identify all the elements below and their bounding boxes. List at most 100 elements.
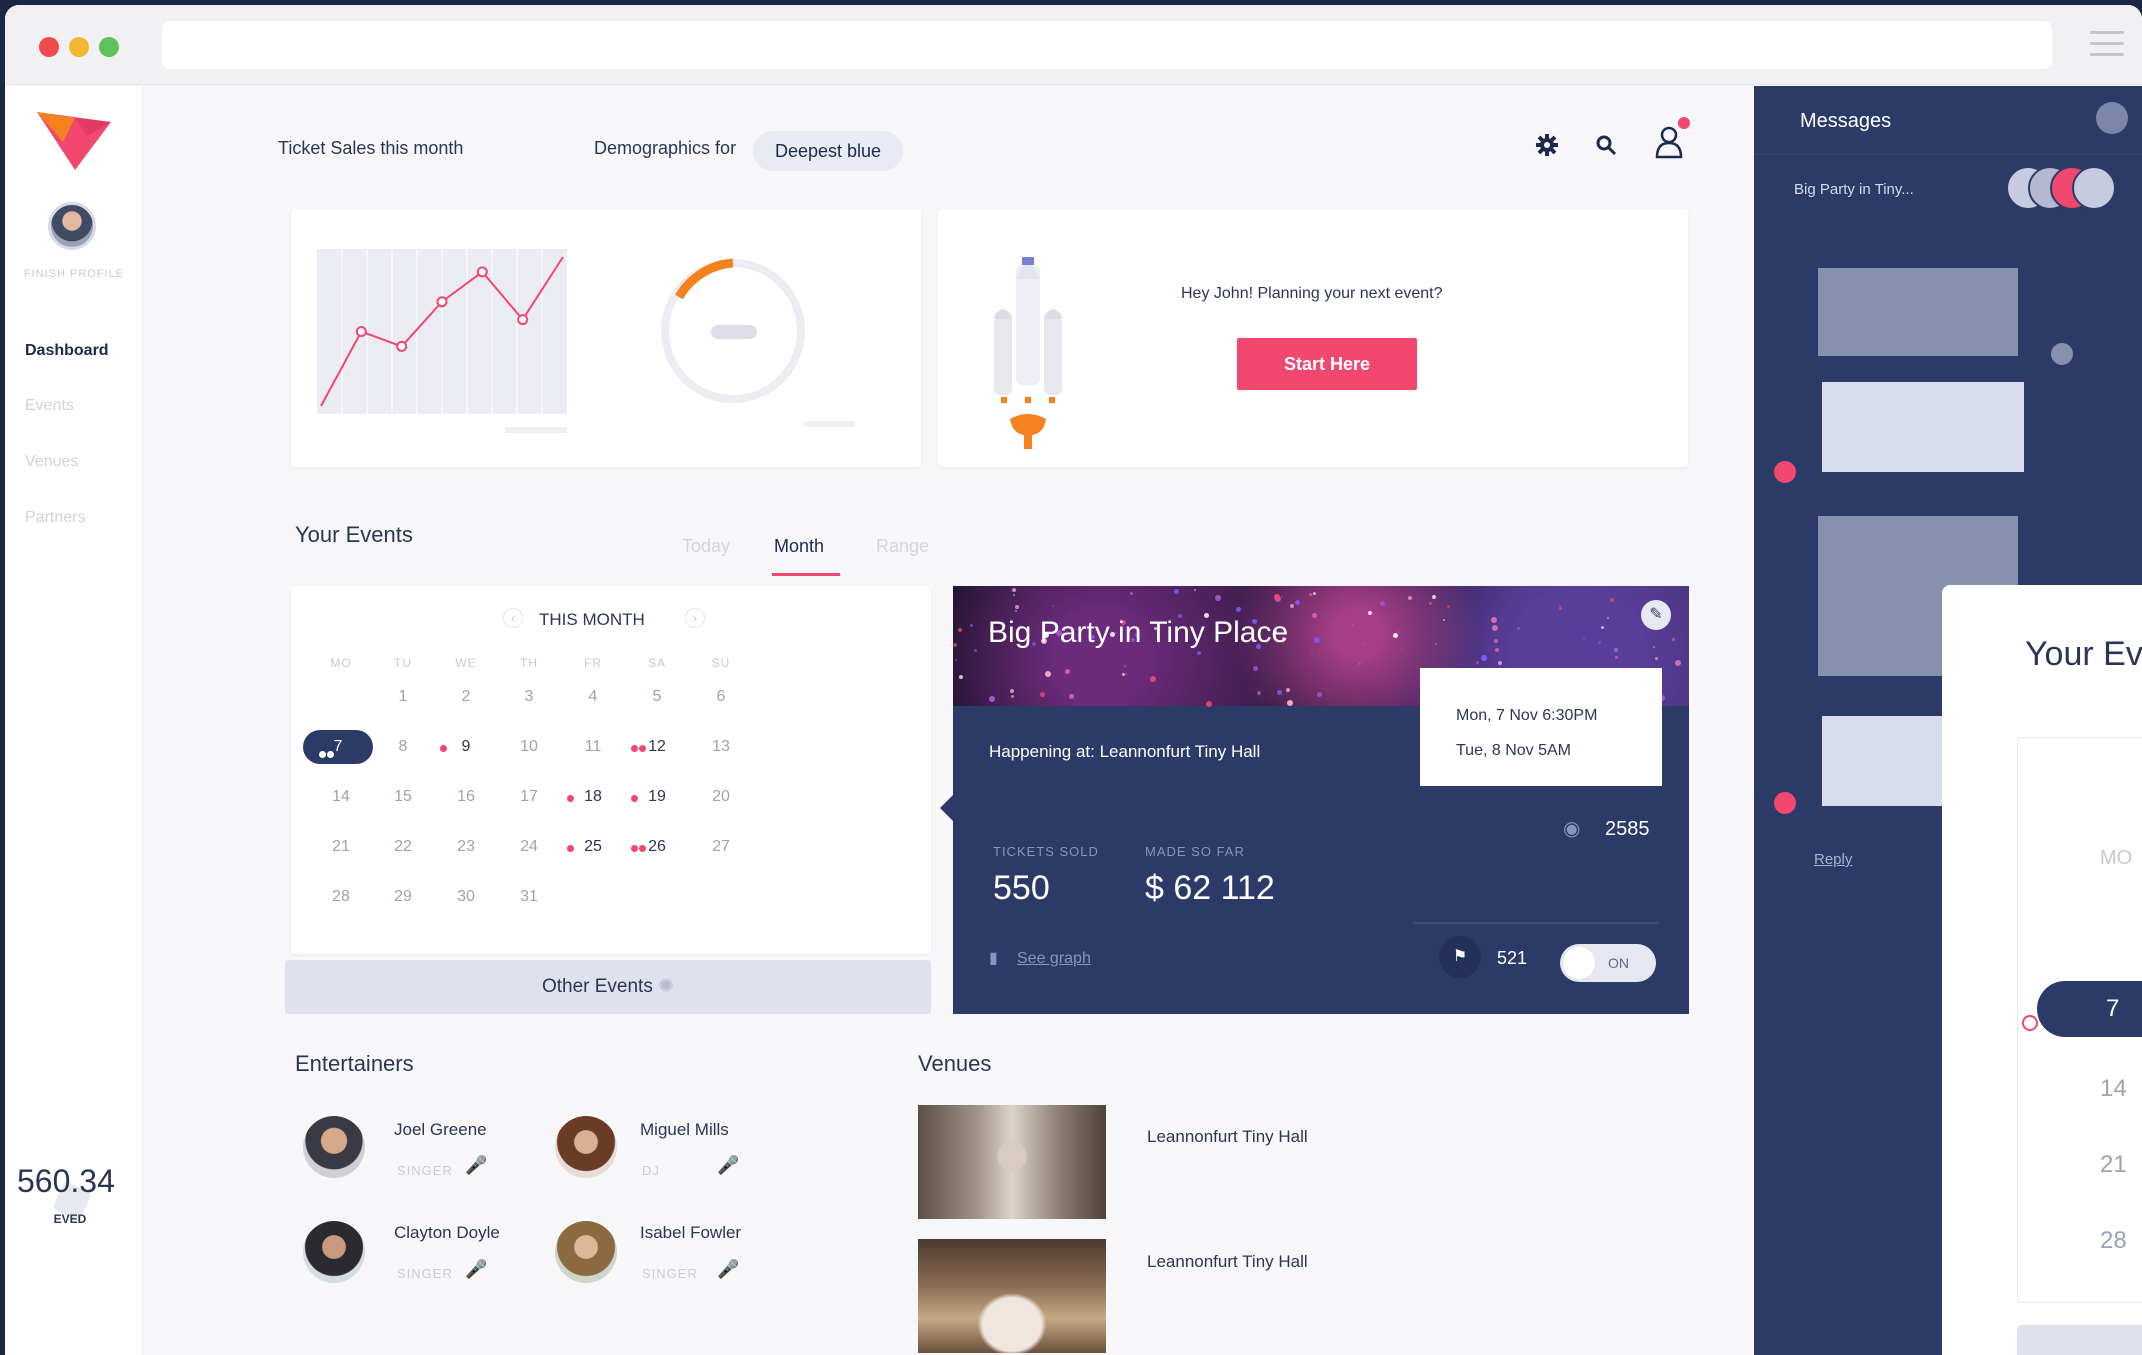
address-bar[interactable] (162, 21, 2052, 69)
reply-link[interactable]: Reply (1814, 851, 1852, 868)
confetti-particle (1045, 671, 1051, 677)
event-marker (327, 751, 334, 758)
calendar-day[interactable]: 30 (436, 888, 496, 906)
entertainer-role: SINGER (397, 1163, 453, 1178)
venue-image[interactable] (918, 1105, 1106, 1219)
tab-today[interactable]: Today (682, 536, 730, 557)
close-icon[interactable] (2096, 102, 2128, 134)
calendar-day[interactable]: 22 (373, 838, 433, 856)
tab-month[interactable]: Month (774, 536, 824, 557)
microphone-icon: 🎤 (465, 1259, 488, 1279)
calendar-day[interactable]: 29 (373, 888, 433, 906)
calendar-day[interactable]: 11 (563, 738, 623, 756)
calendar-day[interactable]: 2 (436, 688, 496, 706)
calendar-day[interactable]: 23 (436, 838, 496, 856)
calendar-day[interactable]: 10 (499, 738, 559, 756)
overlay-day[interactable]: 21 (2100, 1151, 2127, 1179)
calendar-day[interactable]: 14 (311, 788, 371, 806)
calendar-day[interactable]: 31 (499, 888, 559, 906)
calendar-day[interactable]: 3 (499, 688, 559, 706)
avatar (1772, 790, 1798, 816)
search-icon[interactable] (1595, 134, 1617, 156)
see-graph-link[interactable]: See graph (1017, 950, 1091, 968)
demographics-select[interactable]: Deepest blue (753, 131, 903, 171)
calendar-day[interactable]: 15 (373, 788, 433, 806)
event-pointer (940, 795, 953, 821)
nav-events[interactable]: Events (25, 397, 74, 415)
menu-icon[interactable] (2090, 31, 2124, 59)
eye-icon: ◉ (1563, 818, 1581, 840)
confetti-particle (1614, 648, 1618, 652)
calendar-day[interactable]: 7 (303, 730, 373, 764)
entertainer-name[interactable]: Clayton Doyle (394, 1223, 500, 1243)
calendar-day[interactable]: 21 (311, 838, 371, 856)
confetti-particle (1653, 646, 1655, 648)
calendar-day[interactable]: 24 (499, 838, 559, 856)
avatar[interactable] (555, 1116, 617, 1178)
start-here-button[interactable]: Start Here (1237, 338, 1417, 390)
overlay-card: Your Ev MO 7 14 21 28 (1942, 585, 2142, 1355)
overlay-bar[interactable] (2017, 1325, 2142, 1355)
nav-venues[interactable]: Venues (25, 453, 78, 471)
calendar-day[interactable]: 17 (499, 788, 559, 806)
calendar-day[interactable]: 13 (691, 738, 751, 756)
calendar-day[interactable]: 8 (373, 738, 433, 756)
confetti-particle (1281, 596, 1283, 598)
entertainer-name[interactable]: Joel Greene (394, 1120, 487, 1140)
calendar-day[interactable]: 1 (373, 688, 433, 706)
minimize-window-button[interactable] (69, 37, 89, 57)
user-notifications-icon[interactable] (1653, 115, 1693, 159)
selected-day[interactable] (2037, 981, 2142, 1037)
stats-card (291, 209, 921, 467)
event-toggle[interactable]: ON (1560, 944, 1656, 982)
avatar[interactable] (48, 202, 96, 250)
profile-caption[interactable]: FINISH PROFILE (5, 268, 143, 280)
avatar[interactable] (303, 1116, 365, 1178)
calendar-day[interactable]: 5 (627, 688, 687, 706)
nav-dashboard[interactable]: Dashboard (25, 342, 109, 360)
confetti-particle (1598, 641, 1601, 644)
avatar[interactable] (303, 1221, 365, 1283)
thread-title[interactable]: Big Party in Tiny... (1794, 181, 1914, 198)
nav-partners[interactable]: Partners (25, 509, 85, 527)
calendar-day[interactable]: 16 (436, 788, 496, 806)
other-events-button[interactable]: Other Events ✺ (285, 960, 931, 1014)
gear-icon[interactable] (1535, 133, 1559, 157)
overlay-day[interactable]: 14 (2100, 1075, 2127, 1103)
event-dates: Mon, 7 Nov 6:30PM Tue, 8 Nov 5AM (1420, 668, 1662, 786)
calendar-day[interactable]: 27 (691, 838, 751, 856)
confetti-particle (1610, 598, 1614, 602)
confetti-particle (953, 643, 957, 647)
venue-name[interactable]: Leannonfurt Tiny Hall (1147, 1127, 1308, 1147)
event-start: Mon, 7 Nov 6:30PM (1456, 707, 1598, 724)
day-name: TU (394, 656, 412, 670)
entertainer-name[interactable]: Miguel Mills (640, 1120, 729, 1140)
day-name: TH (520, 656, 538, 670)
avatar[interactable] (555, 1221, 617, 1283)
venue-image[interactable] (918, 1239, 1106, 1353)
confetti-particle (958, 628, 962, 632)
confetti-particle (1607, 617, 1609, 619)
confetti-particle (1314, 637, 1320, 643)
toggle-knob (1563, 947, 1595, 979)
comment-icon[interactable]: ⚑ (1439, 936, 1481, 978)
calendar-day[interactable]: 20 (691, 788, 751, 806)
close-window-button[interactable] (39, 37, 59, 57)
venue-name[interactable]: Leannonfurt Tiny Hall (1147, 1252, 1308, 1272)
confetti-particle (1274, 594, 1280, 600)
confetti-particle (1286, 688, 1290, 692)
overlay-day[interactable]: 28 (2100, 1227, 2127, 1255)
confetti-particle (1432, 595, 1436, 599)
maximize-window-button[interactable] (99, 37, 119, 57)
calendar-day[interactable]: 28 (311, 888, 371, 906)
confetti-particle (1338, 623, 1340, 625)
calendar-day[interactable]: 6 (691, 688, 751, 706)
entertainer-name[interactable]: Isabel Fowler (640, 1223, 741, 1243)
day-name: WE (455, 656, 477, 670)
next-month-button[interactable]: › (685, 608, 705, 628)
edit-icon[interactable]: ✎ (1641, 600, 1671, 630)
event-dot (2022, 1015, 2038, 1031)
calendar-day[interactable]: 4 (563, 688, 623, 706)
tab-range[interactable]: Range (876, 536, 929, 557)
prev-month-button[interactable]: ‹ (503, 608, 523, 628)
